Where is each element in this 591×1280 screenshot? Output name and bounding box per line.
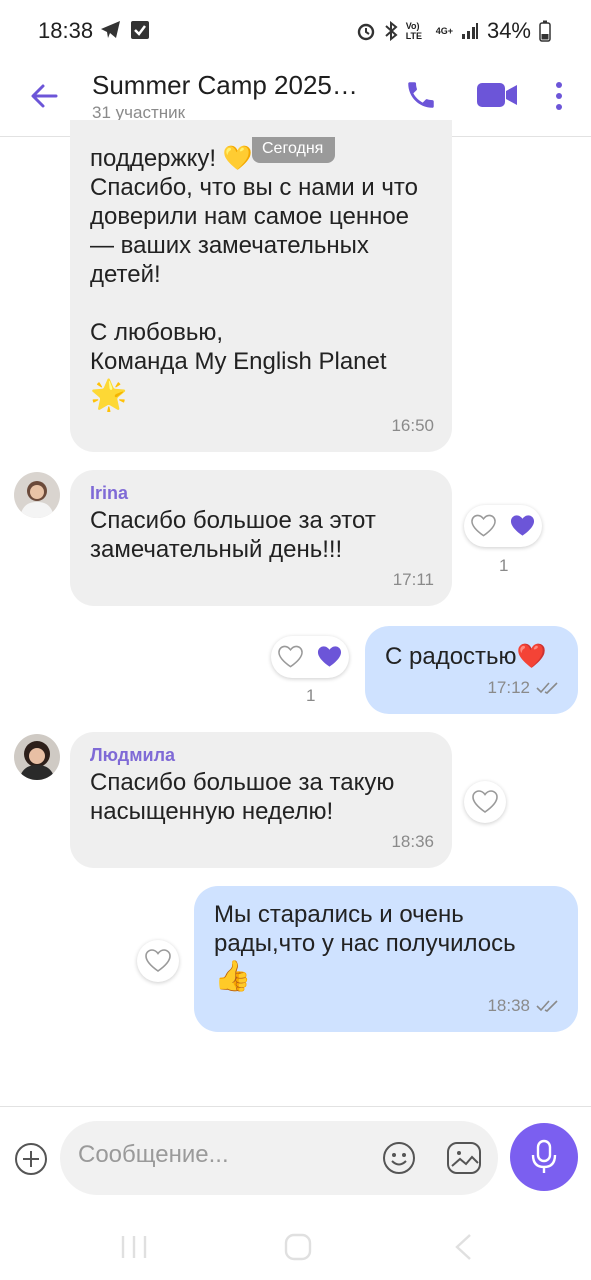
heart-icon[interactable]	[278, 645, 303, 669]
message-bubble-incoming[interactable]: Людмила Спасибо большое за такую насыщен…	[70, 732, 452, 868]
double-check-icon	[536, 681, 558, 694]
heart-icon	[145, 949, 171, 972]
back-arrow-icon[interactable]	[28, 80, 60, 112]
emoji-icon[interactable]	[382, 1141, 416, 1175]
more-vert-icon[interactable]	[553, 80, 565, 112]
message-time: 18:38	[487, 991, 560, 1020]
telegram-icon	[101, 21, 120, 38]
reaction-bar[interactable]	[464, 505, 542, 547]
alarm-icon	[357, 23, 374, 41]
message-time: 16:50	[391, 416, 434, 435]
battery-icon	[539, 20, 551, 42]
message-text: поддержку! 💛 Спасибо, что вы с нами и чт…	[90, 145, 418, 412]
message-time: 17:12	[487, 673, 560, 702]
message-text: Мы старались и очень рады,что у нас полу…	[214, 901, 516, 993]
chat-screen: 18:38 Vo) LTE 4G+ 34% Summer Camp 2025… …	[0, 0, 591, 1280]
avatar-irina[interactable]	[14, 472, 60, 518]
message-text: С радостью❤️	[385, 643, 547, 670]
message-bubble-outgoing[interactable]: С радостью❤️ 17:12	[365, 626, 578, 714]
message-composer	[0, 1106, 591, 1216]
react-button[interactable]	[137, 940, 179, 982]
sender-name[interactable]: Людмила	[90, 744, 432, 766]
status-bar: 18:38 Vo) LTE 4G+ 34%	[0, 0, 591, 60]
message-bubble-outgoing[interactable]: Мы старались и очень рады,что у нас полу…	[194, 886, 578, 1032]
message-time: 18:36	[391, 832, 434, 851]
status-time: 18:38	[38, 18, 94, 43]
heart-icon	[472, 790, 498, 813]
heart-icon[interactable]	[317, 645, 342, 669]
message-bubble-incoming[interactable]: Irina Спасибо большое за этот замечатель…	[70, 470, 452, 606]
react-button[interactable]	[464, 781, 506, 823]
network-label: 4G+	[435, 26, 453, 36]
message-time: 17:11	[392, 570, 434, 589]
recent-apps-icon[interactable]	[120, 1234, 148, 1260]
reaction-bar[interactable]	[271, 636, 349, 678]
heart-icon[interactable]	[471, 514, 496, 538]
message-bubble-incoming[interactable]: поддержку! 💛 Спасибо, что вы с нами и чт…	[70, 120, 452, 452]
volte-label: Vo) LTE	[405, 21, 423, 41]
reaction-count: 1	[499, 556, 509, 575]
plus-icon[interactable]	[14, 1142, 48, 1176]
heart-icon[interactable]	[510, 514, 535, 538]
sticker-icon[interactable]	[446, 1141, 482, 1175]
video-icon[interactable]	[476, 80, 518, 110]
message-text: Спасибо большое за такую насыщенную неде…	[90, 769, 395, 825]
message-text: Спасибо большое за этот замечательный де…	[90, 507, 376, 563]
sender-name[interactable]: Irina	[90, 482, 432, 504]
phone-icon[interactable]	[404, 78, 438, 112]
signal-icon	[461, 23, 478, 39]
reaction-count: 1	[306, 686, 316, 705]
avatar-lyudmila[interactable]	[14, 734, 60, 780]
double-check-icon	[536, 999, 558, 1012]
battery-percent: 34%	[486, 18, 531, 43]
home-icon[interactable]	[284, 1233, 312, 1261]
date-chip: Сегодня	[252, 137, 336, 163]
system-nav-bar	[0, 1216, 591, 1280]
bluetooth-icon	[385, 21, 398, 41]
mic-button[interactable]	[510, 1123, 578, 1191]
message-input-pill[interactable]	[60, 1121, 498, 1195]
checkbox-icon	[131, 21, 149, 39]
mic-icon	[531, 1139, 557, 1173]
message-input[interactable]	[78, 1141, 368, 1169]
back-icon[interactable]	[452, 1232, 474, 1262]
chat-title[interactable]: Summer Camp 2025…	[92, 70, 358, 101]
